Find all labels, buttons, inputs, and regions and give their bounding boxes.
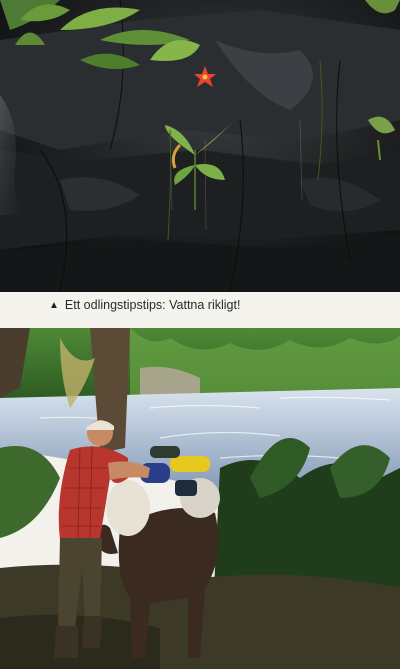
rock-face-photo	[0, 0, 400, 292]
rock-face-image	[0, 0, 400, 292]
caption-text: Ett odlingstipstips: Vattna rikligt!	[64, 298, 241, 312]
photo-caption: ▲ Ett odlingstipstips: Vattna rikligt!	[49, 296, 240, 314]
river-horse-image	[0, 328, 400, 669]
triangle-up-icon: ▲	[49, 299, 59, 311]
river-horse-photo	[0, 328, 400, 669]
